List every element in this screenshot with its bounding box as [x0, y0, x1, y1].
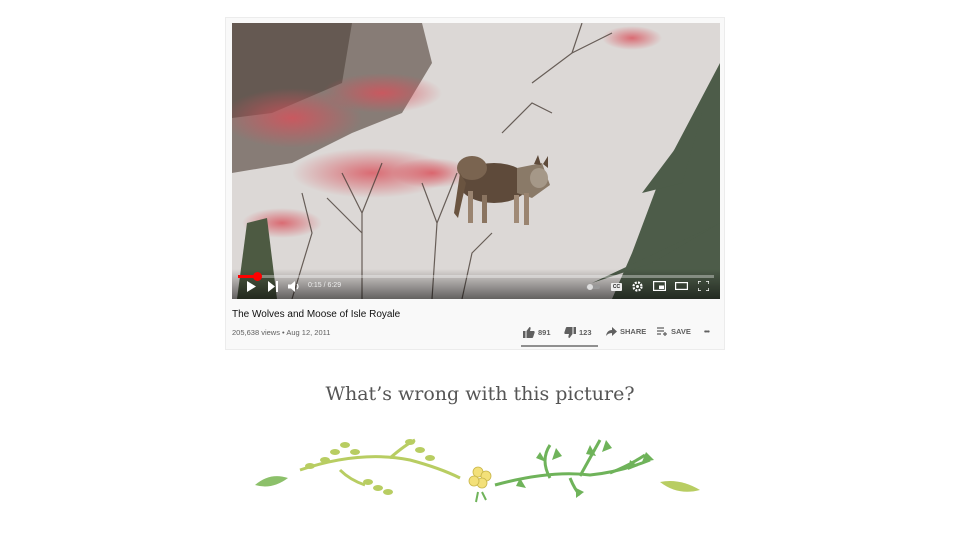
- time-display: 0:15 / 6:29: [308, 282, 342, 289]
- captions-icon[interactable]: CC: [611, 283, 622, 291]
- meta-separator: •: [282, 328, 285, 337]
- save-label: SAVE: [671, 327, 691, 336]
- playlist-add-icon: [657, 327, 667, 336]
- miniplayer-icon[interactable]: [653, 281, 666, 291]
- fullscreen-icon[interactable]: [698, 281, 709, 291]
- video-title[interactable]: The Wolves and Moose of Isle Royale: [232, 309, 400, 320]
- video-frame-wolf-in-snow: [232, 23, 720, 299]
- more-options-icon[interactable]: •••: [704, 327, 710, 336]
- autoplay-toggle-icon[interactable]: [586, 284, 600, 290]
- thumbs-down-icon: [564, 327, 576, 338]
- settings-gear-icon[interactable]: [632, 281, 643, 292]
- decorative-vine-divider: [255, 438, 700, 503]
- upload-date: Aug 12, 2011: [286, 328, 331, 337]
- video-card: 0:15 / 6:29 CC The Wolves and Moose of I…: [226, 18, 724, 349]
- video-player[interactable]: 0:15 / 6:29 CC: [232, 23, 720, 299]
- leaf-icon: [255, 476, 288, 487]
- theater-mode-icon[interactable]: [675, 281, 688, 291]
- thumbs-up-icon: [523, 327, 535, 338]
- view-count: 205,638 views: [232, 328, 280, 337]
- dislike-count: 123: [579, 328, 592, 337]
- leaf-icon: [660, 481, 700, 492]
- sentiment-bar: [521, 345, 598, 347]
- player-controls: 0:15 / 6:29 CC: [232, 269, 720, 299]
- play-icon[interactable]: [246, 281, 256, 292]
- flower-icon: [468, 466, 492, 489]
- share-arrow-icon: [606, 327, 617, 336]
- slide-caption: What’s wrong with this picture?: [325, 383, 635, 405]
- share-label: SHARE: [620, 327, 647, 336]
- scrubber-handle[interactable]: [252, 272, 262, 281]
- dislike-button[interactable]: 123: [564, 327, 592, 338]
- like-count: 891: [538, 328, 551, 337]
- save-button[interactable]: SAVE: [657, 327, 691, 336]
- progress-bar[interactable]: [238, 272, 714, 281]
- share-button[interactable]: SHARE: [606, 327, 646, 336]
- next-icon[interactable]: [268, 281, 278, 292]
- volume-icon[interactable]: [288, 281, 300, 292]
- like-button[interactable]: 891: [523, 327, 551, 338]
- video-meta: 205,638 views • Aug 12, 2011: [232, 328, 330, 337]
